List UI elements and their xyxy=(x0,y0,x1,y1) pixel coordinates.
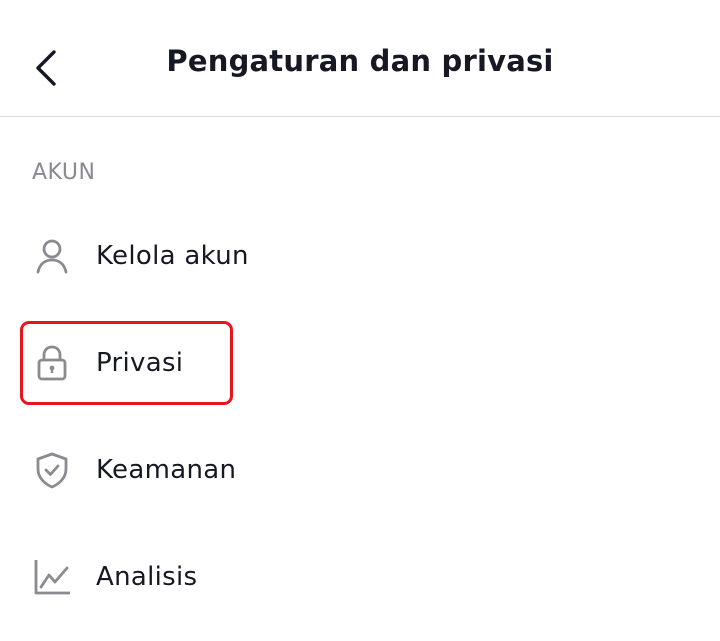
lock-icon xyxy=(32,343,72,383)
line-chart-icon xyxy=(32,557,72,597)
menu-item-kelola-akun[interactable]: Kelola akun xyxy=(0,216,720,296)
page-title: Pengaturan dan privasi xyxy=(166,44,554,78)
menu-item-analisis[interactable]: Analisis xyxy=(0,537,720,617)
shield-check-icon xyxy=(32,450,72,490)
menu-item-label: Keamanan xyxy=(96,455,237,485)
user-icon xyxy=(32,236,72,276)
menu-item-label: Kelola akun xyxy=(96,241,249,271)
menu-item-label: Analisis xyxy=(96,562,198,592)
menu-item-privasi[interactable]: Privasi xyxy=(0,323,720,403)
menu-item-keamanan[interactable]: Keamanan xyxy=(0,430,720,510)
section-label-akun: AKUN xyxy=(32,160,96,185)
menu-item-label: Privasi xyxy=(96,348,184,378)
top-bar: Pengaturan dan privasi xyxy=(0,0,720,117)
